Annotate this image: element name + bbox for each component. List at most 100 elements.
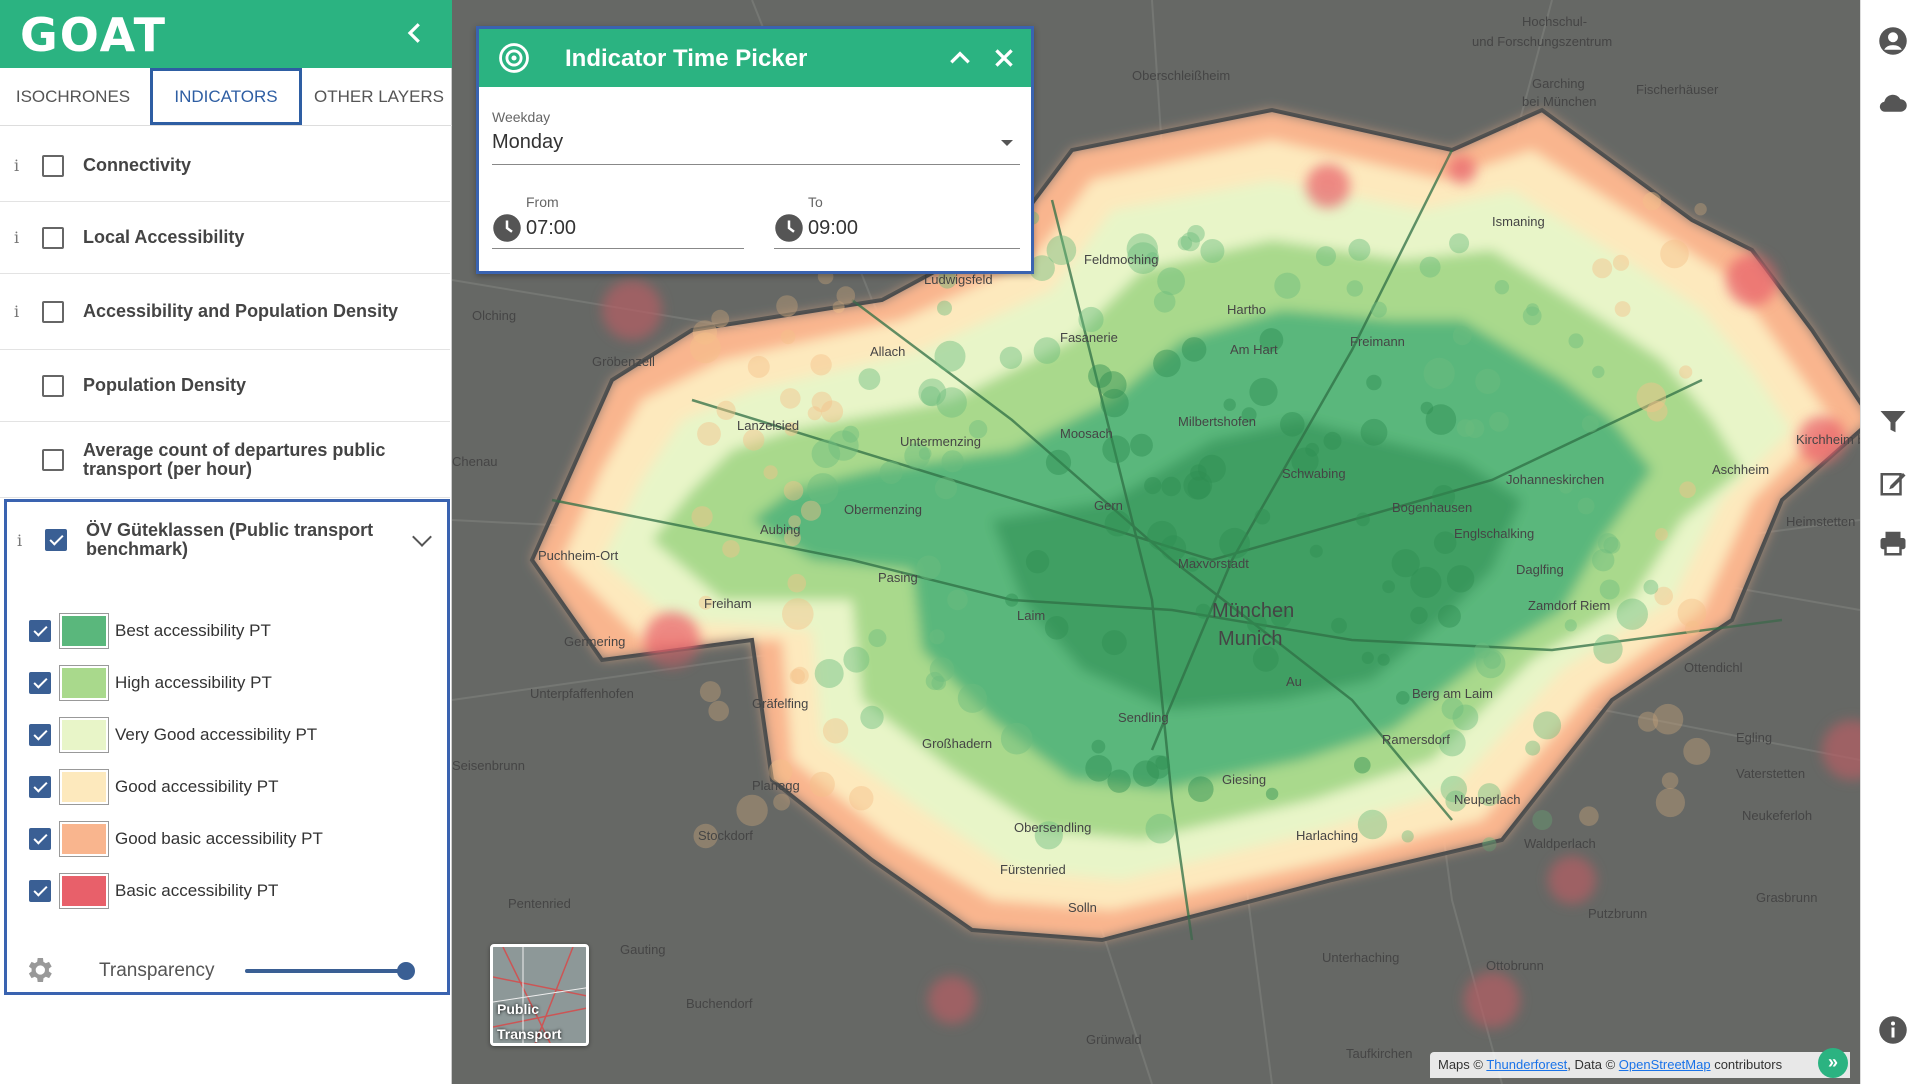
legend-checkbox[interactable] bbox=[29, 672, 51, 694]
transit-stop-marker bbox=[1188, 776, 1214, 802]
map-place-label: Pentenried bbox=[508, 896, 571, 911]
info-icon[interactable]: i bbox=[14, 228, 19, 247]
info-icon[interactable] bbox=[1878, 1015, 1908, 1045]
transit-stop-marker bbox=[1420, 401, 1434, 415]
chevron-up-icon[interactable] bbox=[947, 45, 973, 71]
info-icon[interactable]: i bbox=[14, 302, 19, 321]
legend-checkbox[interactable] bbox=[29, 880, 51, 902]
transit-stop-marker bbox=[1177, 236, 1193, 251]
to-time-input[interactable]: 09:00 bbox=[808, 217, 858, 240]
map-place-label: München bbox=[1212, 600, 1295, 622]
basemap-switcher[interactable]: Public Transport bbox=[490, 944, 589, 1046]
collapse-sidebar-button[interactable] bbox=[400, 18, 430, 48]
weekday-select[interactable]: Monday bbox=[492, 131, 563, 154]
transit-stop-marker bbox=[1599, 579, 1620, 600]
transit-stop-marker bbox=[1145, 813, 1176, 844]
transit-stop-marker bbox=[916, 555, 941, 580]
transit-stop-marker bbox=[1331, 617, 1347, 634]
chevron-left-icon bbox=[407, 23, 420, 43]
transit-stop-marker bbox=[1476, 648, 1506, 679]
map-place-label: Laim bbox=[1017, 608, 1046, 623]
transit-stop-marker bbox=[1305, 442, 1320, 457]
legend-label: Good accessibility PT bbox=[115, 777, 279, 796]
from-label: From bbox=[526, 194, 559, 210]
thunderforest-link[interactable]: Thunderforest bbox=[1486, 1057, 1567, 1072]
gear-icon[interactable] bbox=[23, 954, 55, 986]
transit-stop-marker bbox=[1423, 357, 1455, 389]
transit-stop-marker bbox=[1410, 606, 1428, 625]
map-place-label: Giesing bbox=[1222, 772, 1267, 787]
tab-other-layers[interactable]: OTHER LAYERS bbox=[306, 68, 452, 125]
transit-stop-marker bbox=[842, 425, 860, 443]
map-place-label: Unterhaching bbox=[1322, 950, 1400, 965]
map-place-label: Johanneskirchen bbox=[1506, 472, 1605, 487]
map-place-label: Pasing bbox=[878, 570, 918, 585]
legend-checkbox[interactable] bbox=[29, 620, 51, 642]
transit-stop-marker bbox=[1592, 365, 1605, 379]
transit-stop-marker bbox=[860, 705, 884, 730]
transit-stop-marker bbox=[1130, 433, 1153, 457]
transit-stop-marker bbox=[1346, 280, 1363, 297]
legend-checkbox[interactable] bbox=[29, 828, 51, 850]
map-place-label: Neuperlach bbox=[1454, 792, 1521, 807]
map-place-label: Au bbox=[1286, 674, 1302, 689]
cloud-icon[interactable] bbox=[1878, 88, 1908, 118]
legend-swatch bbox=[59, 613, 109, 649]
from-time-input[interactable]: 07:00 bbox=[526, 217, 576, 240]
openstreetmap-link[interactable]: OpenStreetMap bbox=[1619, 1057, 1711, 1072]
map-place-label: Taufkirchen bbox=[1346, 1046, 1413, 1061]
time-picker-header: Indicator Time Picker bbox=[479, 29, 1031, 87]
map-place-label: Obersendling bbox=[1014, 820, 1092, 835]
legend-checkbox[interactable] bbox=[29, 724, 51, 746]
indicator-checkbox[interactable] bbox=[42, 374, 64, 397]
transparency-slider-track[interactable] bbox=[245, 969, 409, 973]
map-place-label: Großhadern bbox=[922, 736, 993, 751]
weekday-label: Weekday bbox=[492, 109, 551, 125]
map-place-label: Zamdorf bbox=[1528, 598, 1577, 613]
edit-icon[interactable] bbox=[1878, 468, 1908, 498]
transit-stop-marker bbox=[697, 422, 721, 446]
map-place-label: Putzbrunn bbox=[1588, 906, 1648, 921]
map-place-label: Feldmoching bbox=[1084, 252, 1159, 267]
printer-icon[interactable] bbox=[1878, 528, 1908, 558]
map-place-label: Maxvorstadt bbox=[1178, 556, 1249, 571]
transit-stop-marker bbox=[1085, 755, 1112, 782]
indicator-checkbox[interactable] bbox=[42, 154, 64, 177]
transit-stop-marker bbox=[1489, 411, 1509, 432]
indicator-checkbox[interactable] bbox=[45, 529, 67, 551]
weekday-underline bbox=[492, 164, 1020, 165]
transit-stop-marker bbox=[791, 666, 809, 685]
indicator-checkbox[interactable] bbox=[42, 300, 64, 323]
transparency-slider-thumb[interactable] bbox=[397, 962, 415, 980]
tab-indicators[interactable]: INDICATORS bbox=[150, 68, 302, 125]
tab-isochrones[interactable]: ISOCHRONES bbox=[0, 68, 146, 125]
close-icon[interactable] bbox=[991, 45, 1017, 71]
transit-stop-marker bbox=[1616, 598, 1649, 630]
legend-checkbox[interactable] bbox=[29, 776, 51, 798]
info-icon[interactable]: i bbox=[17, 531, 22, 550]
indicator-checkbox[interactable] bbox=[42, 448, 64, 471]
filter-icon[interactable] bbox=[1878, 406, 1908, 436]
map-place-label: Grünwald bbox=[1086, 1032, 1142, 1047]
map-place-label: Hartho bbox=[1227, 302, 1267, 317]
account-icon[interactable] bbox=[1878, 26, 1908, 56]
map-place-label: Buchendorf bbox=[686, 996, 753, 1011]
transit-stop-marker bbox=[1361, 651, 1374, 665]
clock-icon[interactable] bbox=[774, 213, 804, 243]
transit-stop-marker bbox=[1356, 512, 1370, 527]
transit-stop-marker bbox=[999, 346, 1023, 369]
transit-stop-marker bbox=[1197, 454, 1226, 483]
transit-stop-marker bbox=[1157, 267, 1185, 296]
map-place-label: Stockdorf bbox=[698, 828, 753, 843]
attribution-toggle-button[interactable]: » bbox=[1818, 1048, 1848, 1078]
dropdown-arrow-icon[interactable] bbox=[999, 137, 1015, 149]
transit-stop-marker bbox=[1161, 476, 1181, 497]
time-picker-title: Indicator Time Picker bbox=[565, 45, 808, 72]
chevron-down-icon[interactable] bbox=[412, 527, 432, 547]
legend-row: Very Good accessibility PT bbox=[29, 714, 317, 756]
clock-icon[interactable] bbox=[492, 213, 522, 243]
transit-stop-marker bbox=[1679, 481, 1696, 499]
transit-stop-marker bbox=[1101, 630, 1127, 656]
indicator-checkbox[interactable] bbox=[42, 226, 64, 249]
info-icon[interactable]: i bbox=[14, 156, 19, 175]
